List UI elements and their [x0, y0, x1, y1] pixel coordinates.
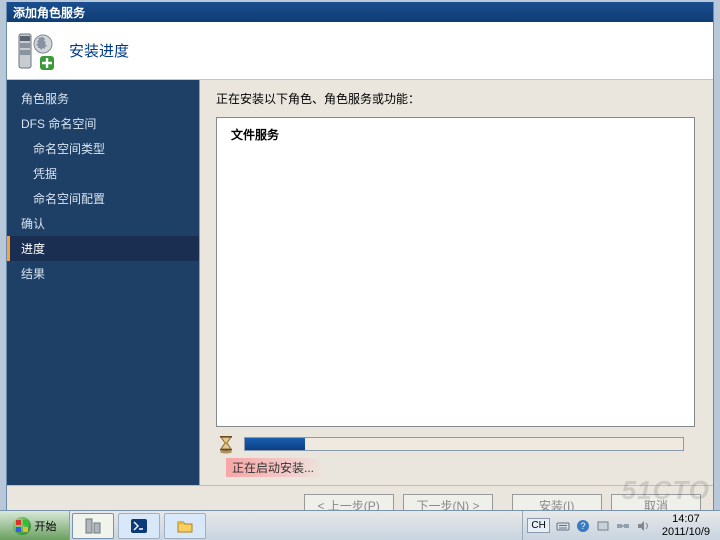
- task-item-server-manager[interactable]: [72, 513, 114, 539]
- main-pane: 正在安装以下角色、角色服务或功能： 文件服务: [200, 80, 713, 485]
- sidebar: 角色服务 DFS 命名空间 命名空间类型 凭据 命名空间配置 确认 进度 结果: [7, 80, 200, 485]
- windows-orb-icon: [13, 517, 31, 535]
- page-title: 安装进度: [69, 40, 129, 61]
- sidebar-item-credentials[interactable]: 凭据: [7, 161, 199, 186]
- progress-bar: [244, 437, 684, 451]
- wizard-window: 添加角色服务 安装进度 角色服务 DFS 命名空间 命名空间类型 凭据 命名空间…: [6, 2, 714, 525]
- role-entry-file-services: 文件服务: [231, 126, 680, 143]
- network-icon[interactable]: [616, 519, 630, 533]
- window-title: 添加角色服务: [13, 6, 85, 20]
- taskbar: 开始 CH ? 14:07 2011/10/9: [0, 510, 720, 540]
- system-tray: CH ? 14:07 2011/10/9: [522, 511, 720, 540]
- progress-fill: [245, 438, 305, 450]
- wizard-body: 角色服务 DFS 命名空间 命名空间类型 凭据 命名空间配置 确认 进度 结果 …: [7, 80, 713, 485]
- task-item-explorer[interactable]: [164, 513, 206, 539]
- sidebar-item-role-services[interactable]: 角色服务: [7, 86, 199, 111]
- task-item-powershell[interactable]: [118, 513, 160, 539]
- help-icon[interactable]: ?: [576, 519, 590, 533]
- clock-time: 14:07: [662, 513, 710, 526]
- svg-text:?: ?: [580, 521, 585, 531]
- sidebar-item-progress[interactable]: 进度: [7, 236, 199, 261]
- progress-area: 正在启动安装...: [216, 434, 688, 477]
- sidebar-item-results[interactable]: 结果: [7, 261, 199, 286]
- start-button[interactable]: 开始: [0, 511, 70, 540]
- wizard-header: 安装进度: [7, 22, 713, 80]
- status-text: 正在启动安装...: [226, 458, 324, 477]
- sidebar-item-dfs-namespace[interactable]: DFS 命名空间: [7, 111, 199, 136]
- titlebar: 添加角色服务: [7, 2, 713, 22]
- clock[interactable]: 14:07 2011/10/9: [656, 513, 716, 539]
- sidebar-item-namespace-config[interactable]: 命名空间配置: [7, 186, 199, 211]
- start-label: 开始: [35, 518, 57, 534]
- roles-list-box: 文件服务: [216, 117, 695, 427]
- tray-icon-1[interactable]: [596, 519, 610, 533]
- lang-indicator[interactable]: CH: [527, 518, 549, 533]
- watermark-text: 51CTO: [622, 475, 710, 506]
- hourglass-icon: [216, 434, 236, 454]
- server-role-icon: [15, 30, 57, 72]
- clock-date: 2011/10/9: [662, 526, 710, 539]
- sidebar-item-namespace-type[interactable]: 命名空间类型: [7, 136, 199, 161]
- volume-icon[interactable]: [636, 519, 650, 533]
- keyboard-icon[interactable]: [556, 519, 570, 533]
- sidebar-item-confirm[interactable]: 确认: [7, 211, 199, 236]
- intro-text: 正在安装以下角色、角色服务或功能：: [216, 90, 695, 107]
